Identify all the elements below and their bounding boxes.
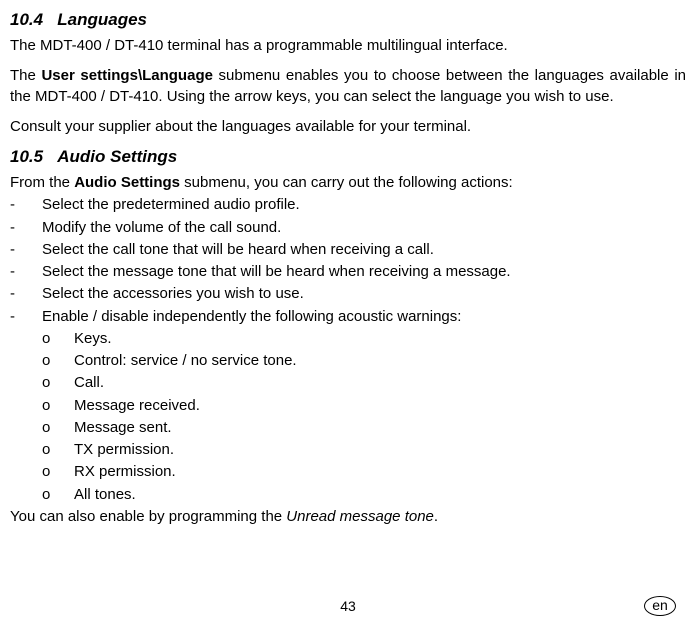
audio-intro: From the Audio Settings submenu, you can… xyxy=(10,173,686,193)
text-fragment: You can also enable by programming the xyxy=(10,508,286,525)
dash-marker: - xyxy=(10,262,42,282)
heading-title: Languages xyxy=(57,10,147,29)
bold-text: User settings\Language xyxy=(41,67,212,84)
circle-marker: o xyxy=(10,440,74,460)
dash-marker: - xyxy=(10,195,42,215)
circle-marker: o xyxy=(10,396,74,416)
bullet-list: -Select the predetermined audio profile.… xyxy=(10,195,686,327)
list-item: -Select the message tone that will be he… xyxy=(10,262,686,282)
dash-marker: - xyxy=(10,307,42,327)
circle-marker: o xyxy=(10,329,74,349)
languages-para3: Consult your supplier about the language… xyxy=(10,117,686,137)
dash-marker: - xyxy=(10,240,42,260)
page-number: 43 xyxy=(340,598,356,614)
sub-list-item: oKeys. xyxy=(10,329,686,349)
list-item-text: Select the call tone that will be heard … xyxy=(42,240,434,260)
languages-para2: The User settings\Language submenu enabl… xyxy=(10,66,686,107)
page-footer: 43 en xyxy=(0,598,696,624)
list-item-text: Select the message tone that will be hea… xyxy=(42,262,511,282)
sub-bullet-list: oKeys.oControl: service / no service ton… xyxy=(10,329,686,505)
sub-list-item-text: Call. xyxy=(74,373,104,393)
heading-audio: 10.5 Audio Settings xyxy=(10,147,686,167)
dash-marker: - xyxy=(10,218,42,238)
italic-text: Unread message tone xyxy=(286,508,434,525)
languages-intro: The MDT-400 / DT-410 terminal has a prog… xyxy=(10,36,686,56)
page: 10.4 Languages The MDT-400 / DT-410 term… xyxy=(0,0,696,636)
circle-marker: o xyxy=(10,351,74,371)
sub-list-item: oCall. xyxy=(10,373,686,393)
sub-list-item-text: Message received. xyxy=(74,396,200,416)
text-fragment: The xyxy=(10,67,41,84)
sub-list-item: oMessage received. xyxy=(10,396,686,416)
sub-list-item-text: Keys. xyxy=(74,329,112,349)
sub-list-item: oControl: service / no service tone. xyxy=(10,351,686,371)
circle-marker: o xyxy=(10,373,74,393)
bold-text: Audio Settings xyxy=(74,174,180,191)
sub-list-item-text: TX permission. xyxy=(74,440,174,460)
list-item-text: Modify the volume of the call sound. xyxy=(42,218,281,238)
list-item: -Select the predetermined audio profile. xyxy=(10,195,686,215)
audio-outro: You can also enable by programming the U… xyxy=(10,507,686,527)
circle-marker: o xyxy=(10,485,74,505)
sub-list-item: oAll tones. xyxy=(10,485,686,505)
text-fragment: From the xyxy=(10,174,74,191)
text-fragment: submenu, you can carry out the following… xyxy=(180,174,513,191)
heading-number: 10.5 xyxy=(10,147,43,166)
list-item-text: Select the predetermined audio profile. xyxy=(42,195,300,215)
sub-list-item-text: RX permission. xyxy=(74,462,176,482)
list-item: -Modify the volume of the call sound. xyxy=(10,218,686,238)
language-badge: en xyxy=(644,596,676,616)
list-item-text: Enable / disable independently the follo… xyxy=(42,307,461,327)
sub-list-item: oMessage sent. xyxy=(10,418,686,438)
dash-marker: - xyxy=(10,284,42,304)
text-fragment: . xyxy=(434,508,438,525)
list-item: -Select the accessories you wish to use. xyxy=(10,284,686,304)
heading-languages: 10.4 Languages xyxy=(10,10,686,30)
sub-list-item-text: Message sent. xyxy=(74,418,172,438)
list-item: -Enable / disable independently the foll… xyxy=(10,307,686,327)
sub-list-item: oTX permission. xyxy=(10,440,686,460)
sub-list-item: oRX permission. xyxy=(10,462,686,482)
heading-number: 10.4 xyxy=(10,10,43,29)
sub-list-item-text: Control: service / no service tone. xyxy=(74,351,297,371)
list-item: -Select the call tone that will be heard… xyxy=(10,240,686,260)
circle-marker: o xyxy=(10,462,74,482)
heading-title: Audio Settings xyxy=(57,147,177,166)
circle-marker: o xyxy=(10,418,74,438)
sub-list-item-text: All tones. xyxy=(74,485,136,505)
list-item-text: Select the accessories you wish to use. xyxy=(42,284,304,304)
